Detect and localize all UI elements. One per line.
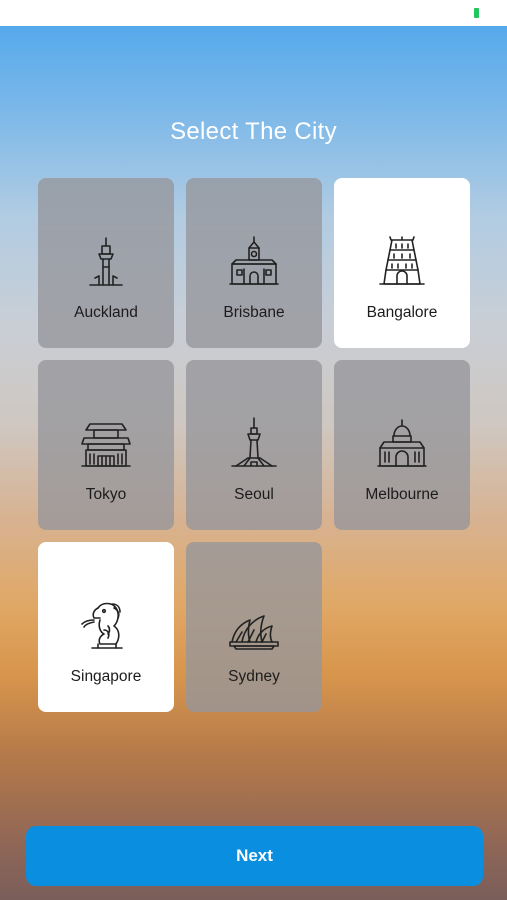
merlion-icon xyxy=(78,598,134,654)
city-card-tokyo[interactable]: Tokyo xyxy=(38,360,174,530)
exhibition-building-icon xyxy=(374,416,430,472)
city-card-seoul[interactable]: Seoul xyxy=(186,360,322,530)
city-card-bangalore[interactable]: Bangalore xyxy=(334,178,470,348)
n-seoul-tower-icon xyxy=(226,416,282,472)
city-label: Melbourne xyxy=(365,486,439,503)
city-label: Tokyo xyxy=(85,486,127,503)
next-button[interactable]: Next xyxy=(26,826,483,886)
status-bar xyxy=(0,0,507,26)
sky-tower-icon xyxy=(78,234,134,290)
city-label: Bangalore xyxy=(366,304,438,321)
city-hall-icon xyxy=(226,234,282,290)
opera-house-icon xyxy=(226,598,282,654)
city-card-singapore[interactable]: Singapore xyxy=(38,542,174,712)
temple-icon xyxy=(374,234,430,290)
city-label: Auckland xyxy=(74,304,138,321)
city-card-sydney[interactable]: Sydney xyxy=(186,542,322,712)
city-card-auckland[interactable]: Auckland xyxy=(38,178,174,348)
battery-icon xyxy=(474,8,479,18)
city-card-melbourne[interactable]: Melbourne xyxy=(334,360,470,530)
city-label: Seoul xyxy=(234,486,274,503)
pagoda-icon xyxy=(78,416,134,472)
city-label: Sydney xyxy=(228,668,280,685)
city-selection-screen: Select The City Auckland Brisbane Bangal… xyxy=(0,26,507,900)
city-card-brisbane[interactable]: Brisbane xyxy=(186,178,322,348)
city-label: Brisbane xyxy=(223,304,285,321)
page-title: Select The City xyxy=(170,118,337,145)
city-label: Singapore xyxy=(70,668,142,685)
